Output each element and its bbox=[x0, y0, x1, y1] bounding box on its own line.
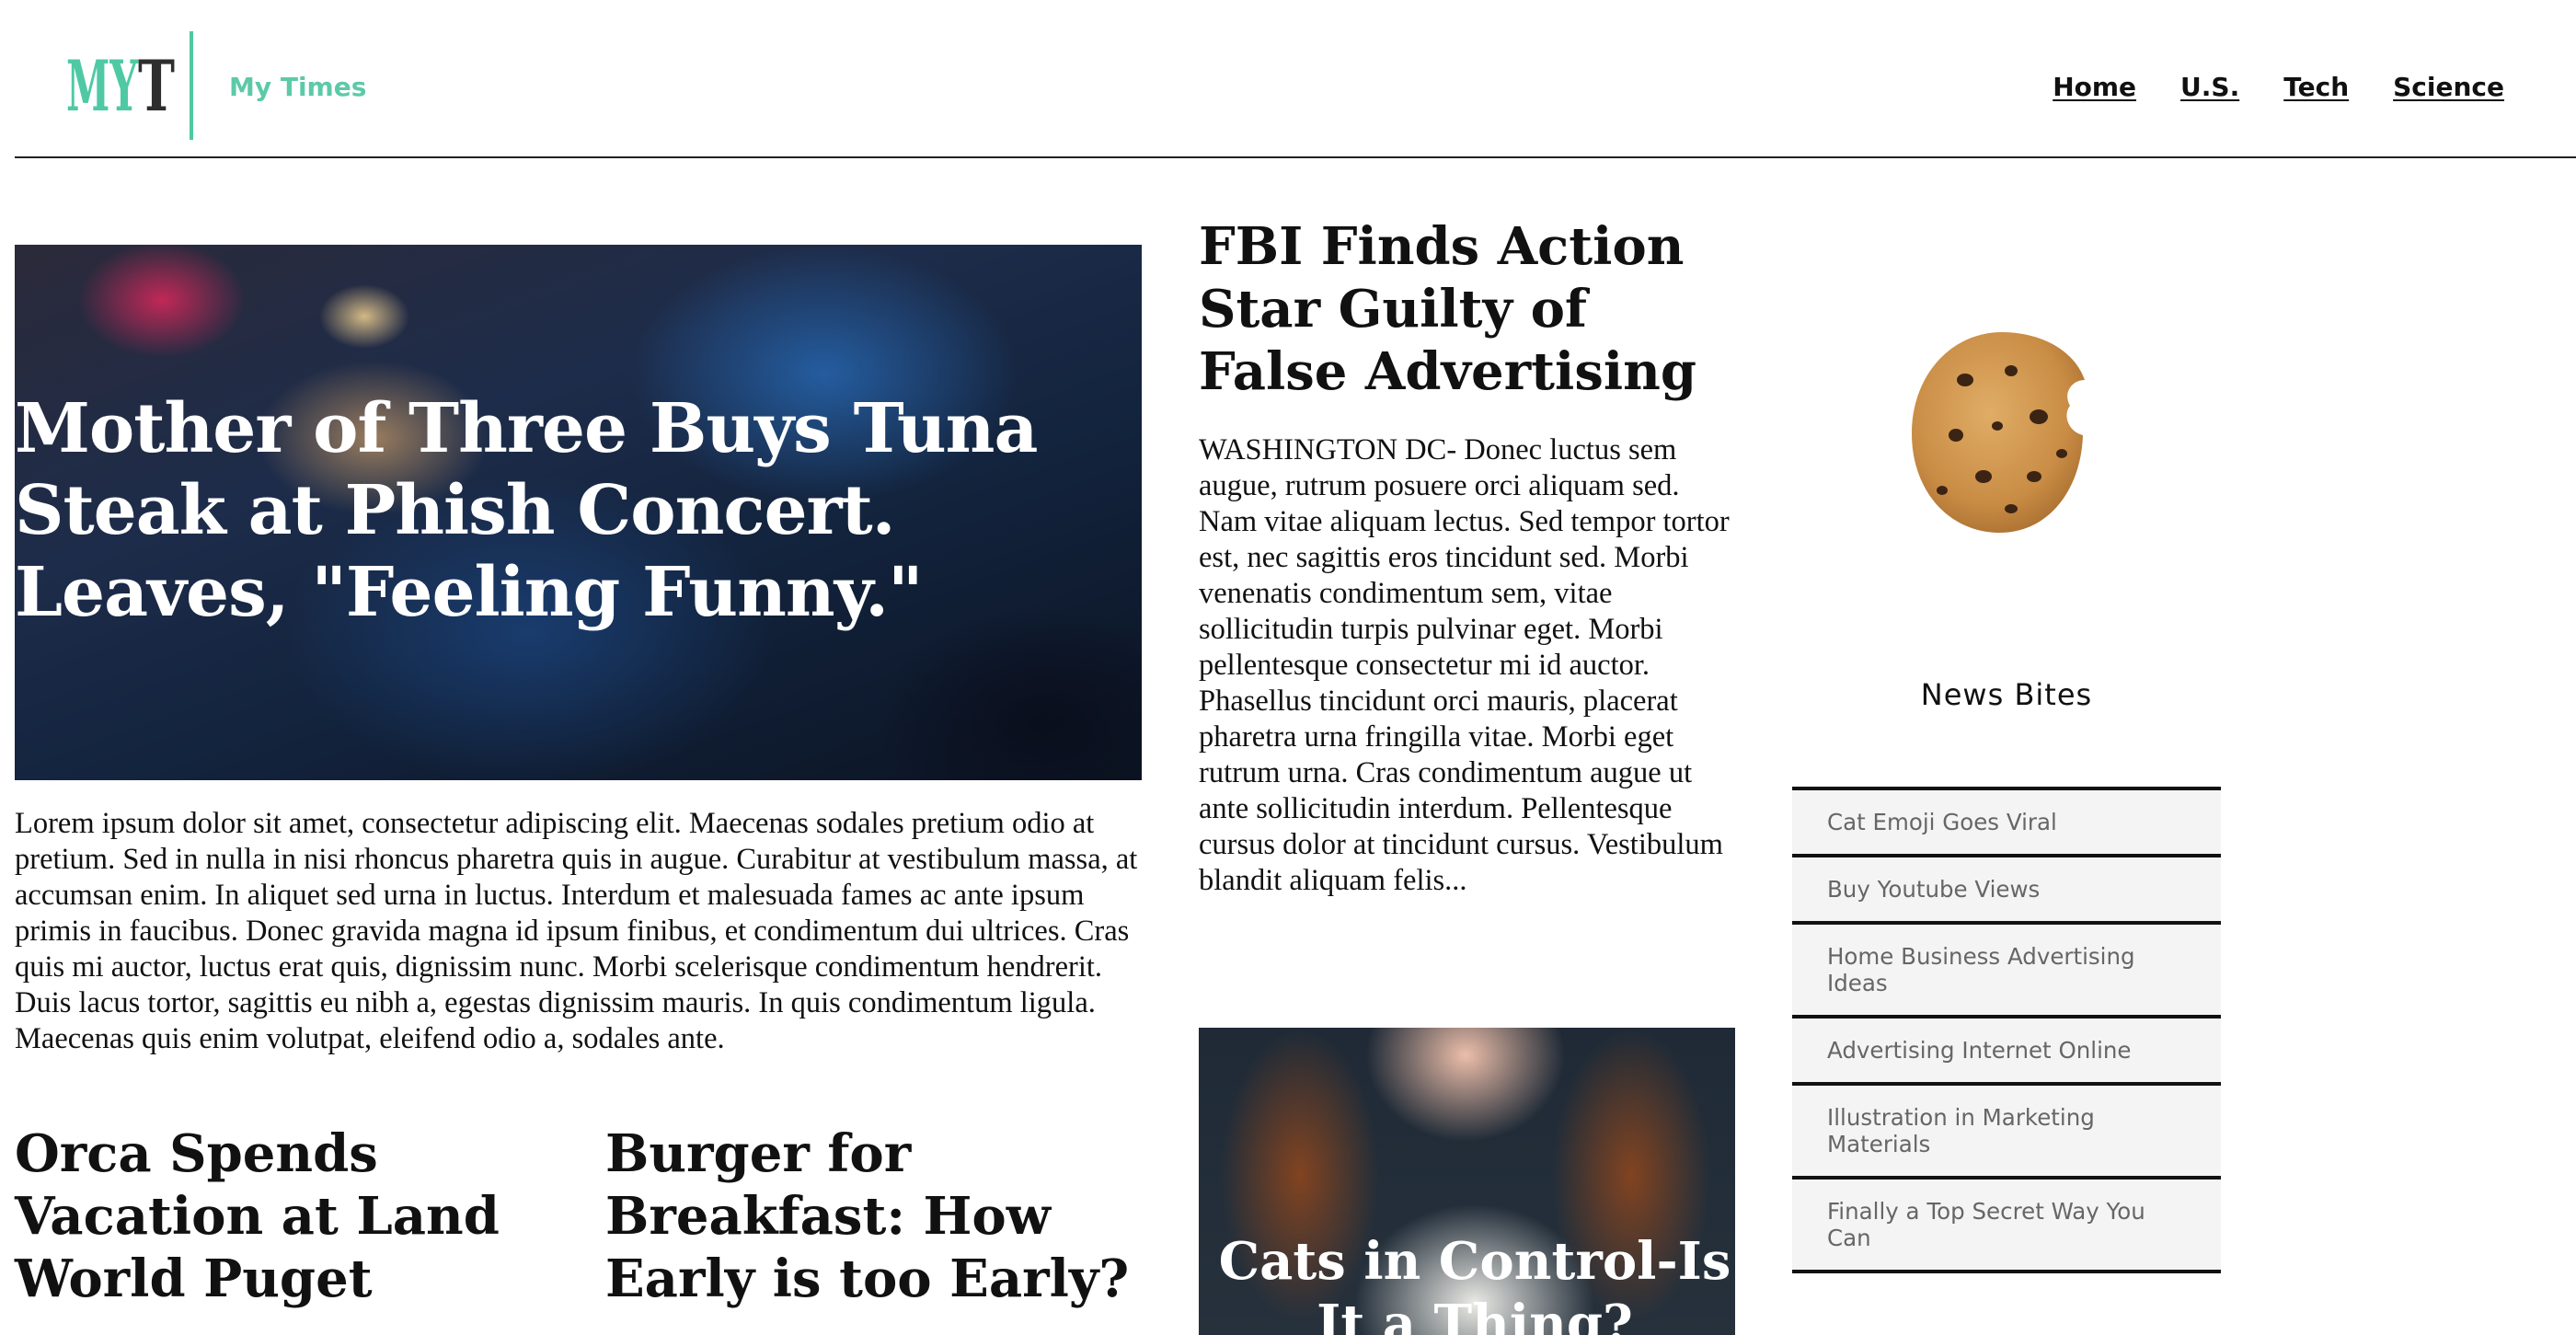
site-header: MY T My Times Home U.S. Tech Science bbox=[0, 0, 2576, 158]
fbi-article-body: WASHINGTON DC- Donec luctus sem augue, r… bbox=[1199, 433, 1730, 897]
logo-divider bbox=[190, 31, 193, 140]
nav-link-tech[interactable]: Tech bbox=[2283, 72, 2349, 102]
cats-headline[interactable]: Cats in Control-Is It a Thing? bbox=[1217, 1230, 1732, 1335]
nav-link-home[interactable]: Home bbox=[2053, 72, 2136, 102]
main-nav: Home U.S. Tech Science bbox=[2053, 72, 2504, 102]
news-bites-heading: News Bites bbox=[1920, 677, 2093, 712]
news-bite-item[interactable]: Buy Youtube Views bbox=[1792, 854, 2221, 921]
cookie-icon bbox=[1912, 332, 2085, 533]
news-bite-item[interactable]: Advertising Internet Online bbox=[1792, 1015, 2221, 1082]
nav-link-science[interactable]: Science bbox=[2393, 72, 2504, 102]
myt-logo-icon[interactable]: MY T bbox=[66, 48, 177, 121]
brand-name[interactable]: My Times bbox=[229, 72, 366, 102]
news-bite-item[interactable]: Illustration in Marketing Materials bbox=[1792, 1082, 2221, 1176]
fbi-headline[interactable]: FBI Finds Action Star Guilty of False Ad… bbox=[1199, 215, 1751, 403]
nav-link-us[interactable]: U.S. bbox=[2180, 72, 2239, 102]
news-bite-item[interactable]: Finally a Top Secret Way You Can bbox=[1792, 1176, 2221, 1273]
news-bite-item[interactable]: Cat Emoji Goes Viral bbox=[1792, 787, 2221, 854]
news-bite-item[interactable]: Home Business Advertising Ideas bbox=[1792, 921, 2221, 1015]
hero-article-body: Lorem ipsum dolor sit amet, consectetur … bbox=[15, 807, 1138, 1055]
cats-image[interactable]: Cats in Control-Is It a Thing? bbox=[1199, 1028, 1735, 1335]
hero-image[interactable]: Mother of Three Buys Tuna Steak at Phish… bbox=[15, 245, 1142, 780]
svg-text:T: T bbox=[138, 48, 175, 121]
svg-text:MY: MY bbox=[66, 48, 138, 121]
news-bites-list: Cat Emoji Goes Viral Buy Youtube Views H… bbox=[1792, 787, 2221, 1273]
burger-headline[interactable]: Burger for Breakfast: How Early is too E… bbox=[605, 1122, 1157, 1310]
orca-headline[interactable]: Orca Spends Vacation at Land World Puget bbox=[15, 1122, 567, 1310]
hero-headline[interactable]: Mother of Three Buys Tuna Steak at Phish… bbox=[15, 388, 1119, 634]
header-divider bbox=[15, 156, 2576, 158]
